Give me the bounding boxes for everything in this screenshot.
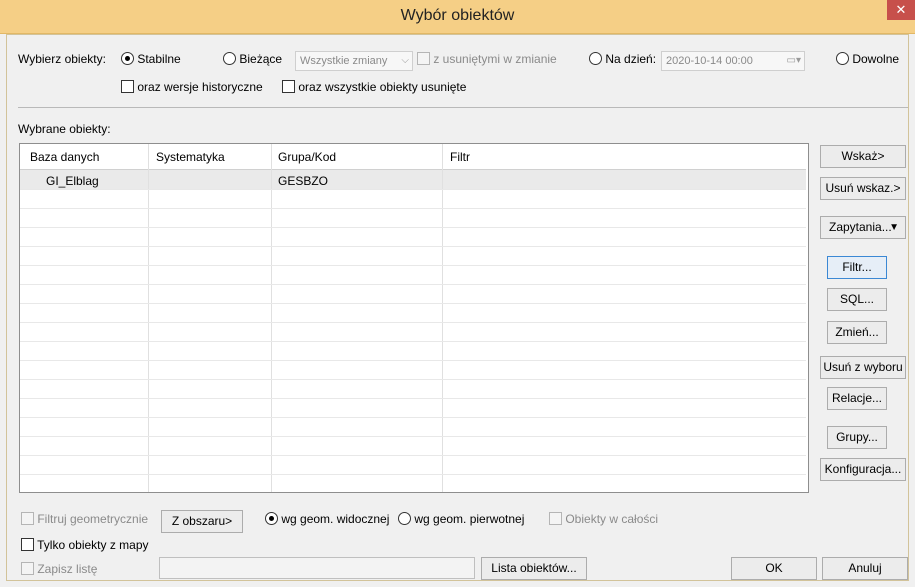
all-deleted-label: oraz wszystkie obiekty usunięte xyxy=(298,80,467,94)
radio-icon xyxy=(398,512,411,525)
column-header[interactable]: Filtr xyxy=(450,150,470,164)
visible-geom-label: wg geom. widocznej xyxy=(281,512,390,526)
selected-label: Wybrane obiekty: xyxy=(18,122,111,136)
ok-button[interactable]: OK xyxy=(731,557,817,580)
stable-label: Stabilne xyxy=(137,52,181,66)
row-divider xyxy=(20,360,806,361)
original-geom-radio[interactable]: wg geom. pierwotnej xyxy=(398,512,524,526)
save-list-path-input[interactable] xyxy=(159,557,475,579)
checkbox-icon xyxy=(21,538,34,551)
column-header[interactable]: Systematyka xyxy=(156,150,225,164)
row-divider xyxy=(20,227,806,228)
row-divider xyxy=(20,398,806,399)
select-label: Wybierz obiekty: xyxy=(18,52,106,66)
remove-from-selection-button[interactable]: Usuń z wyboru xyxy=(820,356,906,379)
date-picker[interactable]: 2020-10-14 00:00 ▭▾ xyxy=(661,51,805,71)
row-divider xyxy=(20,284,806,285)
queries-label: Zapytania... xyxy=(829,220,892,234)
changes-combo-value: Wszystkie zmiany xyxy=(300,55,388,67)
separator xyxy=(18,107,908,108)
row-divider xyxy=(20,208,806,209)
whole-objects-checkbox[interactable]: Obiekty w całości xyxy=(549,512,658,526)
configuration-button[interactable]: Konfiguracja... xyxy=(820,458,906,481)
table-cell-db: GI_Elblag xyxy=(46,174,99,188)
cancel-button[interactable]: Anuluj xyxy=(822,557,908,580)
column-divider xyxy=(148,144,149,492)
triangle-down-icon: ▼ xyxy=(889,222,899,233)
map-only-label: Tylko obiekty z mapy xyxy=(37,538,149,552)
with-deleted-label: z usuniętymi w zmianie xyxy=(433,52,557,66)
original-geom-label: wg geom. pierwotnej xyxy=(414,512,525,526)
row-divider xyxy=(20,341,806,342)
historical-label: oraz wersje historyczne xyxy=(137,80,263,94)
any-label: Dowolne xyxy=(852,52,900,66)
radio-icon xyxy=(836,52,849,65)
remove-point-button[interactable]: Usuń wskaz.> xyxy=(820,177,906,200)
queries-button[interactable]: Zapytania... ▼ xyxy=(820,216,906,239)
chevron-down-icon: ⌵ xyxy=(401,55,409,66)
row-divider xyxy=(20,189,806,190)
checkbox-icon xyxy=(417,52,430,65)
geom-filter-label: Filtruj geometrycznie xyxy=(37,512,149,526)
whole-objects-label: Obiekty w całości xyxy=(565,512,659,526)
any-radio[interactable]: Dowolne xyxy=(836,52,899,66)
checkbox-icon xyxy=(121,80,134,93)
radio-icon xyxy=(223,52,236,65)
object-list-button[interactable]: Lista obiektów... xyxy=(481,557,587,580)
row-divider xyxy=(20,455,806,456)
from-area-button[interactable]: Z obszaru> xyxy=(161,510,243,533)
stable-radio[interactable]: Stabilne xyxy=(121,52,181,66)
close-icon[interactable]: ✕ xyxy=(887,0,915,20)
column-header[interactable]: Grupa/Kod xyxy=(278,150,336,164)
row-divider xyxy=(20,417,806,418)
column-divider xyxy=(271,144,272,492)
filter-button[interactable]: Filtr... xyxy=(827,256,887,279)
changes-combo[interactable]: Wszystkie zmiany ⌵ xyxy=(295,51,413,71)
row-divider xyxy=(20,322,806,323)
table-row[interactable] xyxy=(20,170,806,189)
row-divider xyxy=(20,474,806,475)
title-bar: Wybór obiektów ✕ xyxy=(0,0,915,34)
geom-filter-checkbox[interactable]: Filtruj geometrycznie xyxy=(21,512,148,526)
window-title: Wybór obiektów xyxy=(400,7,515,24)
table-header: Baza danych Systematyka Grupa/Kod Filtr xyxy=(20,144,806,170)
change-button[interactable]: Zmień... xyxy=(827,321,887,344)
calendar-dropdown-icon: ▭▾ xyxy=(786,55,801,66)
radio-icon xyxy=(589,52,602,65)
radio-selected-icon xyxy=(265,512,278,525)
current-label: Bieżące xyxy=(239,52,283,66)
groups-button[interactable]: Grupy... xyxy=(827,426,887,449)
row-divider xyxy=(20,303,806,304)
row-divider xyxy=(20,436,806,437)
relations-button[interactable]: Relacje... xyxy=(827,387,887,410)
save-list-checkbox[interactable]: Zapisz listę xyxy=(21,562,97,576)
map-only-checkbox[interactable]: Tylko obiekty z mapy xyxy=(21,538,149,552)
with-deleted-checkbox[interactable]: z usuniętymi w zmianie xyxy=(417,52,557,66)
column-divider xyxy=(442,144,443,492)
radio-selected-icon xyxy=(121,52,134,65)
date-value: 2020-10-14 00:00 xyxy=(666,55,753,67)
save-list-label: Zapisz listę xyxy=(37,562,98,576)
on-date-label: Na dzień: xyxy=(605,52,657,66)
checkbox-icon xyxy=(282,80,295,93)
all-deleted-checkbox[interactable]: oraz wszystkie obiekty usunięte xyxy=(282,80,466,94)
row-divider xyxy=(20,246,806,247)
row-divider xyxy=(20,265,806,266)
on-date-radio[interactable]: Na dzień: xyxy=(589,52,656,66)
row-divider xyxy=(20,379,806,380)
visible-geom-radio[interactable]: wg geom. widocznej xyxy=(265,512,389,526)
historical-checkbox[interactable]: oraz wersje historyczne xyxy=(121,80,263,94)
checkbox-icon xyxy=(21,562,34,575)
checkbox-icon xyxy=(21,512,34,525)
selected-objects-table[interactable]: Baza danych Systematyka Grupa/Kod Filtr … xyxy=(19,143,809,493)
point-button[interactable]: Wskaż> xyxy=(820,145,906,168)
current-radio[interactable]: Bieżące xyxy=(223,52,282,66)
column-header[interactable]: Baza danych xyxy=(30,150,99,164)
sql-button[interactable]: SQL... xyxy=(827,288,887,311)
checkbox-icon xyxy=(549,512,562,525)
table-cell-group: GESBZO xyxy=(278,174,329,188)
